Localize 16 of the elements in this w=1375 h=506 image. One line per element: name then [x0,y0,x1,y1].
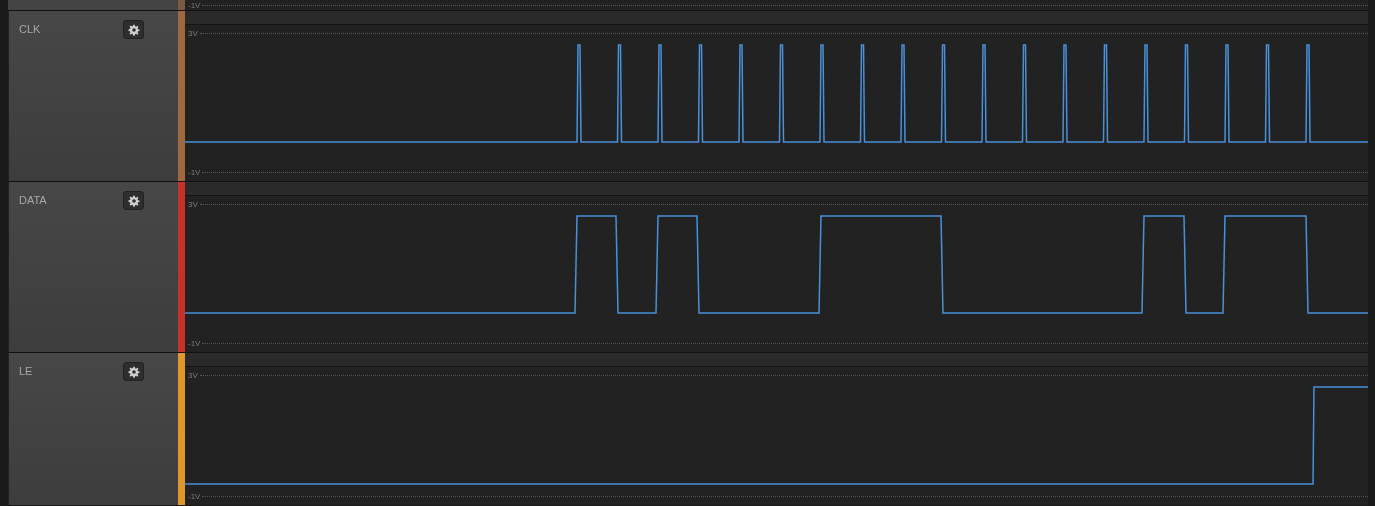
settings-button[interactable] [123,191,144,210]
settings-icon [127,23,140,36]
axis-label: 3V [188,371,198,380]
axis-label: -1V [188,339,201,348]
settings-icon [127,365,140,378]
axis-label: 3V [188,29,198,38]
axis-label: -1V [188,168,201,177]
channel-label: DATA [19,194,47,206]
axis-label: -1V [188,0,201,10]
settings-button[interactable] [123,362,144,381]
axis-label: -1V [188,492,201,501]
settings-icon [127,194,140,207]
settings-button[interactable] [123,20,144,39]
channel-label: CLK [19,23,41,35]
channel-label: LE [19,365,33,377]
axis-label: 3V [188,200,198,209]
